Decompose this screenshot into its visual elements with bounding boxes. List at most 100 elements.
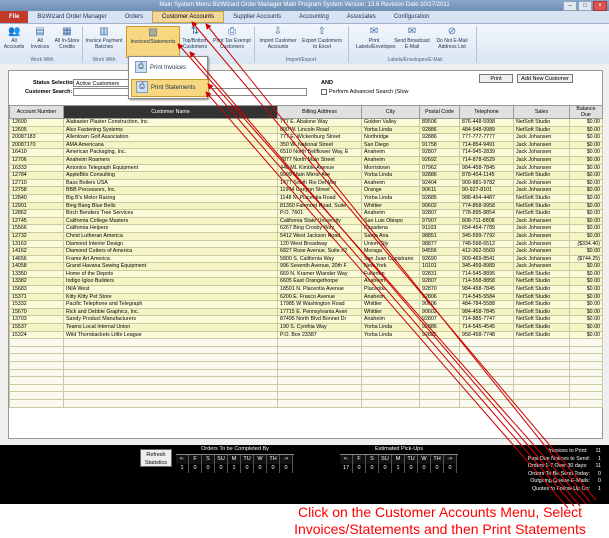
add-new-customer-button[interactable]: Add New Customer: [517, 74, 573, 83]
menu-associates[interactable]: Associates: [338, 11, 385, 23]
pickups-day-cell[interactable]: TH: [431, 455, 444, 464]
orders-day-cell[interactable]: M: [228, 455, 241, 464]
table-row[interactable]: 15324 Wild Thornbackets Little League P.O.…: [9, 330, 603, 340]
col-telephone[interactable]: Telephone: [459, 105, 514, 119]
printer-icon: ⎙: [135, 61, 147, 74]
col-city[interactable]: City: [361, 105, 420, 119]
table-cell: Anaheim Roamers: [63, 155, 278, 165]
refresh-statistics-button[interactable]: Refresh Statistics: [140, 449, 172, 467]
table-row[interactable]: 15670 Rick and Debbie Graphics, Inc. 17715…: [9, 307, 603, 317]
pickups-count-cell: 0: [353, 464, 366, 473]
print-tax-exempt-button[interactable]: ⎙ Print Tax Exempt Customers: [212, 26, 252, 50]
table-row[interactable]: 12758 BBB Processors, Inc. 11904 Canyon St…: [9, 186, 603, 195]
table-row[interactable]: 12745 California College Masters Californi…: [9, 216, 603, 226]
orders-day-cell[interactable]: TU: [241, 455, 254, 464]
print-button[interactable]: Print: [479, 74, 513, 83]
menu-bizwizard[interactable]: BizWizard Order Manager: [28, 11, 115, 23]
table-row[interactable]: 12732 Christ Lutheran America 5412 West Ja…: [9, 231, 603, 241]
orders-day-cell[interactable]: ->: [280, 455, 293, 464]
table-row[interactable]: 13350 Home of the Depots 669 N. Kramer Wia…: [9, 269, 603, 279]
table-row[interactable]: 12784 AppleBits Consulting 9999 Main Mirro…: [9, 171, 603, 180]
pickups-day-cell[interactable]: F: [353, 455, 366, 464]
orders-day-cell[interactable]: SU: [215, 455, 228, 464]
pickups-day-cell[interactable]: SU: [379, 455, 392, 464]
table-row[interactable]: 20087183 Allentown Golf Association 777 E.…: [9, 133, 603, 142]
send-broadcast-email-button[interactable]: ✉ Send Broadcast E-Mail: [394, 26, 430, 50]
col-billing-address[interactable]: Billing Address: [277, 105, 362, 119]
close-icon[interactable]: ×: [593, 1, 607, 11]
import-customer-accounts-button[interactable]: ⇩ Import Customer Accounts: [256, 26, 300, 50]
table-row[interactable]: 20087170 AMA Americana 350 W. National Str…: [9, 140, 603, 150]
table-row[interactable]: 12706 Anaheim Roamers 7877 North Main Stre…: [9, 155, 603, 165]
table-row[interactable]: 16410 American Packaging, Inc. 6510 North …: [9, 148, 603, 157]
table-row[interactable]: 13382 Indigo Igloo Builders 6605 East Oran…: [9, 277, 603, 287]
table-row[interactable]: 15332 Pacific Telephone and Telegraph 1798…: [9, 300, 603, 309]
menu-orders[interactable]: Orders: [116, 11, 152, 23]
do-not-email-list-button[interactable]: ⊘ Do Not E-Mail Address List: [432, 26, 472, 50]
table-row[interactable]: 14656 Frame Art America 5800 S. California…: [9, 254, 603, 264]
pickups-day-cell[interactable]: M: [392, 455, 405, 464]
table-row[interactable]: 12901 Bing Bang Blue Bells 81350 Fairmont …: [9, 201, 603, 211]
table-row[interactable]: 15537 Teams Local Internal Union 190 S. Cy…: [9, 323, 603, 332]
empty-cell: [277, 368, 362, 378]
table-cell: 777-777-7777: [459, 133, 514, 142]
invoices-statements-button[interactable]: ▧ Invoices/Statements: [126, 26, 180, 58]
orders-day-cell[interactable]: F: [189, 455, 202, 464]
orders-day-cell[interactable]: W: [254, 455, 267, 464]
table-row[interactable]: 15683 INIA West 18501 N. Placentia Avenue P…: [9, 285, 603, 294]
table-row[interactable]: 15371 Kitty Kitty Pet Store 6200 E. Frasco…: [9, 292, 603, 302]
table-row[interactable]: 13163 Diamond Interior Design 120 West Bro…: [9, 239, 603, 249]
table-cell: 440 ML Kimble Avenue: [277, 163, 362, 173]
empty-cell: [513, 376, 570, 385]
table-row[interactable]: 12840 Big B's Motor Racing 1148 N. Placent…: [9, 193, 603, 203]
table-row[interactable]: 12862 Birch Benders Tree Services P.O. 760…: [9, 209, 603, 218]
all-invoices-button[interactable]: ▤ All Invoices: [28, 26, 52, 50]
advanced-search-checkbox[interactable]: [321, 89, 327, 95]
all-accounts-button[interactable]: 👥 All Accounts: [2, 26, 26, 50]
col-balance-due[interactable]: Balance Due: [569, 105, 603, 119]
pickups-day-cell[interactable]: <-: [340, 455, 353, 464]
print-invoices-item[interactable]: ⎙ Print Invoices: [131, 60, 207, 76]
table-cell: 876-448-5998: [459, 118, 514, 127]
orders-count-cell: 1: [176, 464, 189, 473]
table-row[interactable]: 14162 Diamond Cutters of America 6827 Rose…: [9, 247, 603, 256]
pickups-day-cell[interactable]: W: [418, 455, 431, 464]
table-row[interactable]: 14058 Grand Havana Sewing Equipment 996 Se…: [9, 262, 603, 271]
table-row[interactable]: 12600 Alabaster Plaster Construction, Inc…: [9, 118, 603, 127]
empty-cell: [569, 368, 603, 378]
table-row[interactable]: 15566 California Helpers 6267 Bing Crosby …: [9, 224, 603, 233]
col-customer-name[interactable]: Customer Name: [63, 105, 278, 119]
pickups-day-cell[interactable]: S: [366, 455, 379, 464]
menu-supplier-accounts[interactable]: Supplier Accounts: [224, 11, 290, 23]
orders-day-cell[interactable]: TH: [267, 455, 280, 464]
print-labels-button[interactable]: ✉ Print Labels/Envelopes: [356, 26, 395, 50]
col-sales[interactable]: Sales: [513, 105, 570, 119]
empty-cell: [361, 383, 420, 393]
invoice-payment-batches-button[interactable]: ▥ Invoice Payment Batches: [84, 26, 124, 50]
table-row[interactable]: 13703 Sandy Product Manufacturers 87495 No…: [9, 315, 603, 325]
table-cell: Yorba Linda: [361, 323, 420, 332]
all-in-store-credits-button[interactable]: ▦ All In-Store Credits: [54, 26, 80, 50]
top-bottom-customers-button[interactable]: ⇅ Top/Bottom Customers: [180, 26, 210, 50]
orders-day-cell[interactable]: S: [202, 455, 215, 464]
print-statements-item[interactable]: ⎙ Print Statements: [131, 79, 209, 97]
orders-day-cell[interactable]: <-: [176, 455, 189, 464]
minimize-icon[interactable]: –: [563, 1, 577, 11]
col-postal-code[interactable]: Postal Code: [419, 105, 460, 119]
menu-accounting[interactable]: Accounting: [290, 11, 338, 23]
menu-customer-accounts[interactable]: Customer Accounts: [152, 11, 225, 23]
table-row[interactable]: 16333 Antonios Telegraph Equipment 440 ML …: [9, 163, 603, 173]
maximize-icon[interactable]: □: [578, 1, 592, 11]
menu-file[interactable]: File: [0, 11, 29, 23]
ranking-icon: ⇅: [190, 26, 200, 37]
pickups-day-cell[interactable]: ->: [444, 455, 457, 464]
table-cell: 10101: [419, 262, 460, 271]
menu-configuration[interactable]: Configuration: [385, 11, 439, 23]
export-customers-button[interactable]: ⇧ Export Customers to Excel: [302, 26, 342, 50]
col-account-number[interactable]: Account Number: [9, 105, 64, 119]
empty-cell: [513, 391, 570, 400]
table-row[interactable]: 12710 Bass Boilers USA 1477 South Rio Del …: [9, 178, 603, 188]
table-row[interactable]: 12605 Alco Fastening Systems 890 W. Lincol…: [9, 125, 603, 135]
table-cell: NetSoft Studio: [513, 285, 570, 294]
pickups-day-cell[interactable]: TU: [405, 455, 418, 464]
